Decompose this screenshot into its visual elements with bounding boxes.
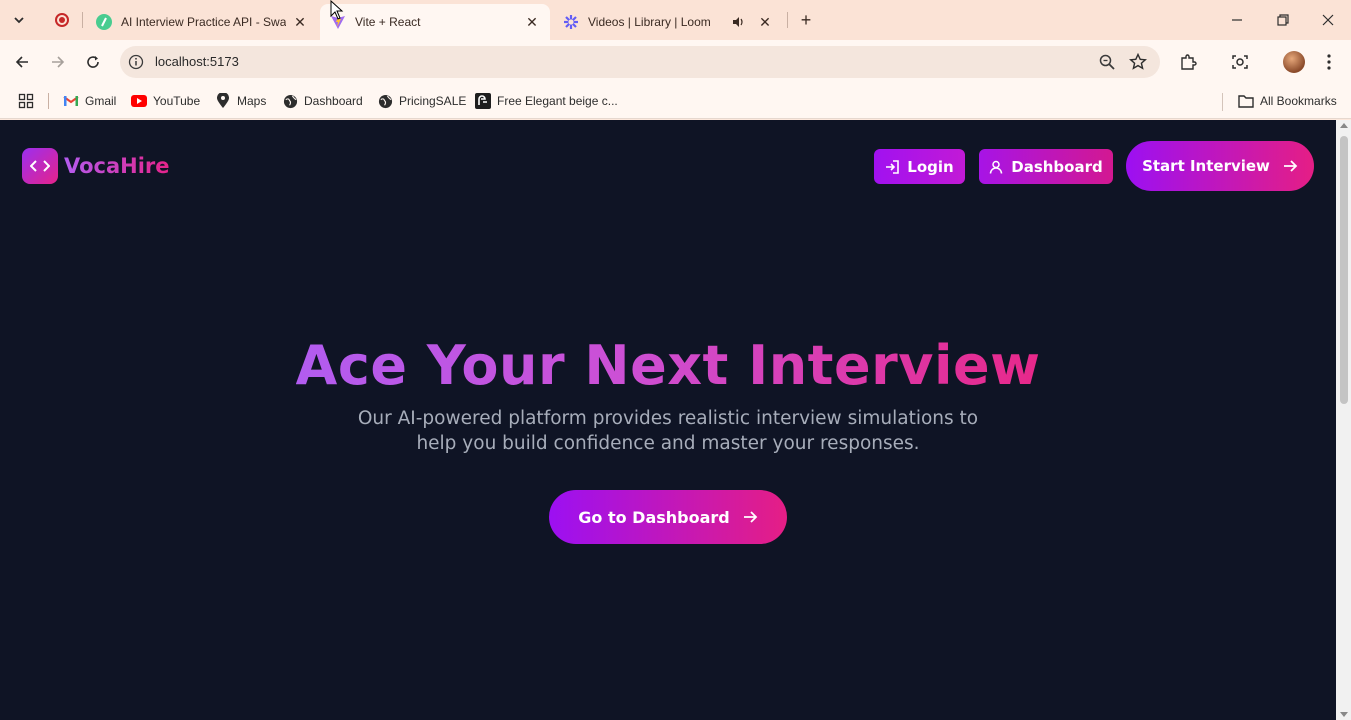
tab-search-button[interactable] bbox=[6, 8, 32, 32]
folder-icon bbox=[1238, 93, 1254, 109]
bookmark-separator bbox=[1222, 93, 1223, 111]
close-icon bbox=[1322, 14, 1334, 26]
tab-separator bbox=[787, 12, 788, 28]
forward-arrow-icon bbox=[52, 56, 65, 68]
code-brackets-icon bbox=[22, 148, 58, 184]
minimize-button[interactable] bbox=[1225, 8, 1249, 32]
globe-icon bbox=[377, 93, 393, 109]
speaker-icon[interactable] bbox=[731, 15, 745, 29]
back-button[interactable] bbox=[10, 50, 34, 74]
bookmark-label: PricingSALE bbox=[399, 94, 467, 108]
bookmark-separator bbox=[48, 93, 49, 109]
browser-toolbar: localhost:5173 bbox=[0, 40, 1351, 84]
hero-title: Ace Your Next Interview bbox=[0, 334, 1336, 397]
minimize-icon bbox=[1232, 19, 1242, 21]
youtube-icon bbox=[131, 93, 147, 109]
login-icon bbox=[886, 159, 900, 174]
swagger-icon bbox=[96, 14, 112, 30]
page-viewport: VocaHire Login Dashboard Start Interview… bbox=[0, 120, 1336, 720]
tab-strip: AI Interview Practice API - Swag ✕ Vite … bbox=[0, 0, 1351, 40]
tab-title: Vite + React bbox=[355, 15, 421, 29]
bookmark-maps[interactable]: Maps bbox=[215, 91, 266, 111]
gmail-icon bbox=[63, 93, 79, 109]
back-arrow-icon bbox=[15, 56, 28, 68]
restore-icon bbox=[1277, 14, 1289, 26]
recording-tab[interactable] bbox=[44, 6, 80, 34]
bookmark-gmail[interactable]: Gmail bbox=[63, 91, 116, 111]
close-icon[interactable]: ✕ bbox=[757, 14, 773, 30]
apps-grid-icon bbox=[18, 93, 34, 109]
start-interview-button[interactable]: Start Interview bbox=[1126, 141, 1314, 191]
mouse-cursor-icon bbox=[330, 0, 344, 20]
hero-title-text: Ace Your Next Interview bbox=[295, 334, 1041, 397]
puzzle-icon bbox=[1181, 54, 1197, 70]
reload-icon bbox=[87, 56, 99, 68]
bookmark-label: YouTube bbox=[153, 94, 201, 108]
forward-button[interactable] bbox=[46, 50, 70, 74]
tab-loom[interactable]: Videos | Library | Loom ✕ bbox=[553, 4, 783, 40]
close-icon[interactable]: ✕ bbox=[524, 14, 540, 30]
dashboard-button[interactable]: Dashboard bbox=[979, 149, 1113, 184]
reload-button[interactable] bbox=[81, 50, 105, 74]
brand-logo[interactable]: VocaHire bbox=[22, 148, 170, 184]
hero-subtitle: Our AI-powered platform provides realist… bbox=[0, 406, 1336, 456]
screen-capture-button[interactable] bbox=[1228, 50, 1252, 74]
template-icon bbox=[475, 93, 491, 109]
url-text[interactable]: localhost:5173 bbox=[155, 54, 239, 69]
maps-icon bbox=[215, 93, 231, 109]
more-vertical-icon bbox=[1327, 54, 1331, 70]
bookmark-star-icon[interactable] bbox=[1129, 53, 1147, 71]
user-icon bbox=[990, 160, 1003, 174]
zoom-icon[interactable] bbox=[1098, 53, 1116, 71]
page-scrollbar[interactable] bbox=[1336, 120, 1351, 720]
bookmark-dashboard[interactable]: Dashboard bbox=[282, 91, 363, 111]
go-to-dashboard-button[interactable]: Go to Dashboard bbox=[549, 490, 787, 544]
tab-separator bbox=[82, 12, 83, 28]
cta-label: Go to Dashboard bbox=[578, 507, 730, 527]
tab-title: AI Interview Practice API - Swag bbox=[121, 15, 286, 29]
globe-icon bbox=[282, 93, 298, 109]
bookmark-label: Dashboard bbox=[304, 94, 363, 108]
hero-subtitle-line: Our AI-powered platform provides realist… bbox=[357, 408, 979, 429]
bookmark-label: Gmail bbox=[85, 94, 117, 108]
capture-icon bbox=[1232, 55, 1248, 69]
brand-name: VocaHire bbox=[64, 154, 170, 178]
extensions-button[interactable] bbox=[1176, 50, 1200, 74]
bookmark-label: Free Elegant beige c... bbox=[497, 94, 618, 108]
scroll-down-icon[interactable] bbox=[1340, 712, 1348, 717]
browser-menu-button[interactable] bbox=[1317, 50, 1341, 74]
new-tab-button[interactable]: + bbox=[795, 9, 817, 31]
profile-avatar[interactable] bbox=[1283, 51, 1305, 73]
dashboard-label: Dashboard bbox=[1011, 157, 1103, 176]
apps-button[interactable] bbox=[18, 91, 34, 111]
arrow-right-icon bbox=[743, 511, 758, 523]
close-icon[interactable]: ✕ bbox=[292, 14, 308, 30]
tab-swagger[interactable]: AI Interview Practice API - Swag ✕ bbox=[86, 4, 318, 40]
arrow-right-icon bbox=[1283, 160, 1298, 172]
address-bar[interactable]: localhost:5173 bbox=[120, 46, 1160, 78]
restore-button[interactable] bbox=[1271, 8, 1295, 32]
scrollbar-thumb[interactable] bbox=[1340, 136, 1348, 404]
bookmark-pricingsale[interactable]: PricingSALE bbox=[377, 91, 466, 111]
start-interview-label: Start Interview bbox=[1142, 157, 1270, 175]
tab-title: Videos | Library | Loom bbox=[588, 15, 711, 29]
loom-icon bbox=[564, 15, 578, 29]
bookmark-youtube[interactable]: YouTube bbox=[131, 91, 200, 111]
login-button[interactable]: Login bbox=[874, 149, 965, 184]
tab-vite-react[interactable]: Vite + React ✕ bbox=[320, 4, 550, 40]
scroll-up-icon[interactable] bbox=[1340, 123, 1348, 128]
chevron-down-icon bbox=[14, 17, 24, 24]
bookmark-free-elegant[interactable]: Free Elegant beige c... bbox=[475, 91, 618, 111]
bookmarks-bar: Gmail YouTube Maps Dashboard PricingSALE… bbox=[0, 84, 1351, 119]
bookmark-label: All Bookmarks bbox=[1260, 94, 1337, 108]
hero-subtitle-line: help you build confidence and master you… bbox=[416, 433, 920, 454]
info-icon[interactable] bbox=[128, 54, 144, 70]
window-close-button[interactable] bbox=[1316, 8, 1340, 32]
all-bookmarks-button[interactable]: All Bookmarks bbox=[1238, 91, 1337, 111]
login-label: Login bbox=[907, 157, 954, 176]
bookmark-label: Maps bbox=[237, 94, 267, 108]
record-icon bbox=[55, 13, 69, 27]
